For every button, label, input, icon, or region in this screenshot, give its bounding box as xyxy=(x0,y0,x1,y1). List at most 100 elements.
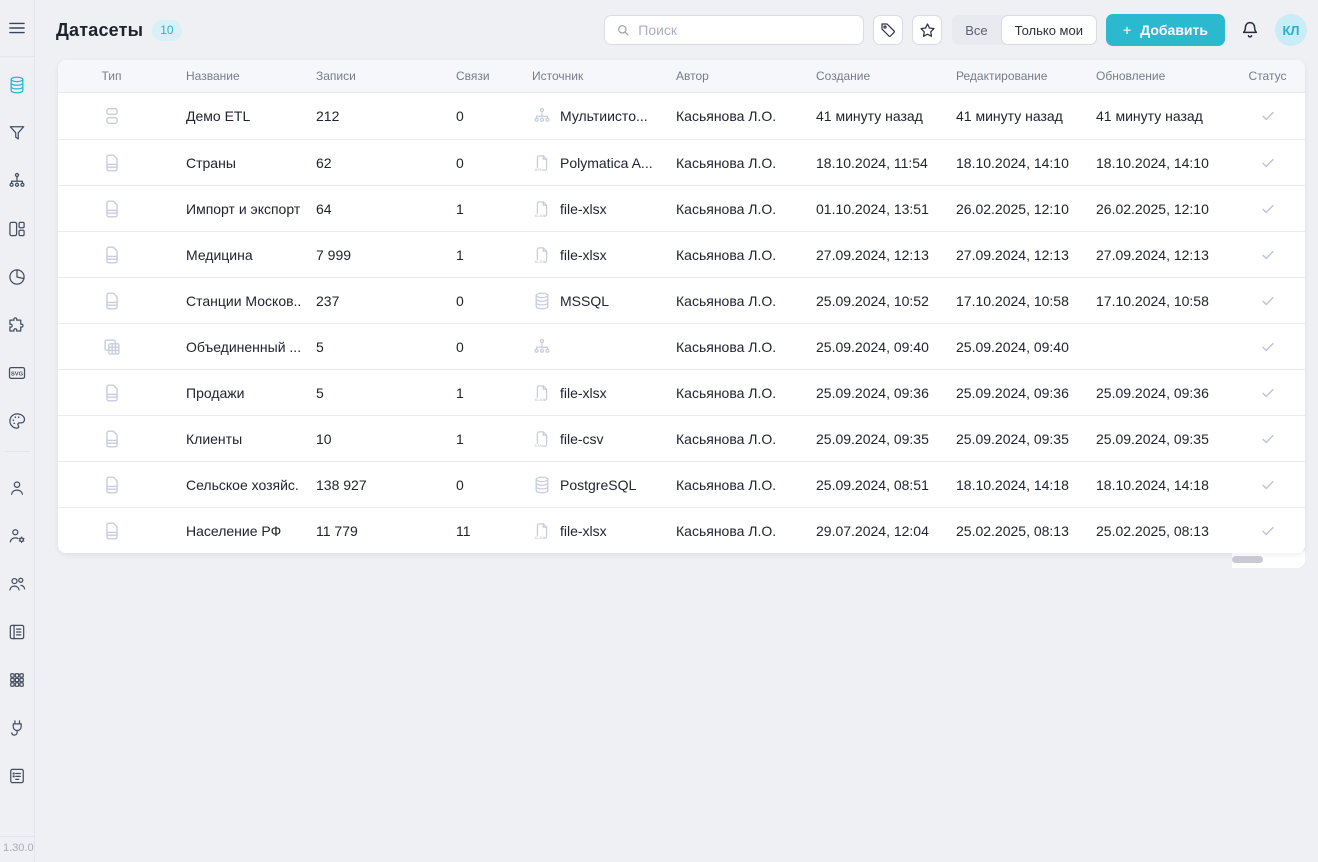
column-header-records[interactable]: Записи xyxy=(300,69,440,83)
sitemap-icon xyxy=(532,106,552,126)
palette-icon xyxy=(7,411,27,431)
author: Касьянова Л.О. xyxy=(660,293,800,309)
records-count: 5 xyxy=(300,385,440,401)
sidebar-item-filter[interactable] xyxy=(0,109,34,157)
links-count: 11 xyxy=(440,523,520,539)
plug-connections-icon xyxy=(7,718,27,738)
horizontal-scrollbar[interactable] xyxy=(1232,556,1263,563)
sidebar-item-modules-grid[interactable] xyxy=(0,656,34,704)
author: Касьянова Л.О. xyxy=(660,385,800,401)
sidebar-item-svg-assets[interactable]: SVG xyxy=(0,349,34,397)
dataset-name: Население РФ xyxy=(165,523,300,539)
hamburger-menu-button[interactable] xyxy=(0,0,34,57)
sidebar-item-datasets-db[interactable] xyxy=(0,61,34,109)
document-icon xyxy=(101,290,123,312)
source-label: file-csv xyxy=(560,431,604,447)
table-row[interactable]: Объединенный ... 5 0 Касьянова Л.О. 25.0… xyxy=(58,323,1305,369)
updated-at: 26.02.2025, 12:10 xyxy=(1080,201,1230,217)
xlsx-file-icon: XLSX xyxy=(532,383,552,403)
column-header-status[interactable]: Статус xyxy=(1230,69,1305,83)
edited-at: 25.02.2025, 08:13 xyxy=(940,523,1080,539)
document-icon xyxy=(101,428,123,450)
records-count: 11 779 xyxy=(300,523,440,539)
column-header-created[interactable]: Создание xyxy=(800,69,940,83)
created-at: 01.10.2024, 13:51 xyxy=(800,201,940,217)
created-at: 25.09.2024, 09:40 xyxy=(800,339,940,355)
toggle-all[interactable]: Все xyxy=(952,15,1000,45)
column-header-source[interactable]: Источник xyxy=(520,69,660,83)
sidebar-item-puzzle-plugin[interactable] xyxy=(0,301,34,349)
sidebar-item-users-group[interactable] xyxy=(0,560,34,608)
dataset-name: Импорт и экспорт xyxy=(165,201,300,217)
document-icon xyxy=(101,198,123,220)
source-label: file-xlsx xyxy=(560,385,607,401)
links-count: 0 xyxy=(440,108,520,124)
edited-at: 26.02.2025, 12:10 xyxy=(940,201,1080,217)
tags-filter-button[interactable] xyxy=(873,15,903,45)
svg-text:CSV: CSV xyxy=(535,444,544,448)
favorites-filter-button[interactable] xyxy=(912,15,942,45)
sidebar-divider xyxy=(5,451,30,452)
sidebar-item-etl-sitemap[interactable] xyxy=(0,157,34,205)
sidebar-item-dashboards-layout[interactable] xyxy=(0,205,34,253)
svg-text:API: API xyxy=(535,168,542,172)
column-header-type[interactable]: Тип xyxy=(58,69,165,83)
etl-sitemap-icon xyxy=(7,171,27,191)
source-label: Мультиисто... xyxy=(560,108,648,124)
links-count: 0 xyxy=(440,155,520,171)
table-row[interactable]: Продажи 5 1 XLSX file-xlsx Касьянова Л.О… xyxy=(58,369,1305,415)
records-count: 62 xyxy=(300,155,440,171)
check-icon xyxy=(1259,384,1277,402)
column-header-updated[interactable]: Обновление xyxy=(1080,69,1230,83)
table-row[interactable]: Население РФ 11 779 11 XLSX file-xlsx Ка… xyxy=(58,507,1305,553)
user-icon xyxy=(7,478,27,498)
sidebar-item-user[interactable] xyxy=(0,464,34,512)
source-label: file-xlsx xyxy=(560,247,607,263)
links-count: 0 xyxy=(440,477,520,493)
sidebar-item-plug-connections[interactable] xyxy=(0,704,34,752)
links-count: 1 xyxy=(440,247,520,263)
sidebar-item-pie-chart[interactable] xyxy=(0,253,34,301)
table-row[interactable]: Сельское хозяйс... 138 927 0 PostgreSQL … xyxy=(58,461,1305,507)
records-count: 64 xyxy=(300,201,440,217)
notifications-button[interactable] xyxy=(1239,19,1261,41)
table-row[interactable]: Медицина 7 999 1 XLSX file-xlsx Касьянов… xyxy=(58,231,1305,277)
author: Касьянова Л.О. xyxy=(660,201,800,217)
table-row[interactable]: Демо ETL 212 0 Мультиисто... Касьянова Л… xyxy=(58,93,1305,139)
created-at: 41 минуту назад xyxy=(800,108,940,124)
sidebar-top-items: SVG xyxy=(0,57,34,445)
updated-at: 25.09.2024, 09:36 xyxy=(1080,385,1230,401)
tag-icon xyxy=(879,21,897,39)
document-icon xyxy=(101,382,123,404)
updated-at: 17.10.2024, 10:58 xyxy=(1080,293,1230,309)
svg-text:XLSX: XLSX xyxy=(535,398,546,402)
sidebar-item-journal-book[interactable] xyxy=(0,608,34,656)
database-icon xyxy=(532,291,552,311)
column-header-name[interactable]: Название xyxy=(165,69,300,83)
table-header-row: ТипНазваниеЗаписиСвязиИсточникАвторСозда… xyxy=(58,60,1305,93)
created-at: 18.10.2024, 11:54 xyxy=(800,155,940,171)
sidebar-item-palette[interactable] xyxy=(0,397,34,445)
table-row[interactable]: Клиенты 10 1 CSV file-csv Касьянова Л.О.… xyxy=(58,415,1305,461)
column-header-author[interactable]: Автор xyxy=(660,69,800,83)
source-label: MSSQL xyxy=(560,293,609,309)
table-row[interactable]: Импорт и экспорт 64 1 XLSX file-xlsx Кас… xyxy=(58,185,1305,231)
search-box xyxy=(604,15,864,45)
check-icon xyxy=(1259,154,1277,172)
created-at: 27.09.2024, 12:13 xyxy=(800,247,940,263)
sidebar-item-user-settings[interactable] xyxy=(0,512,34,560)
user-avatar[interactable]: КЛ xyxy=(1275,14,1307,46)
toggle-only-mine[interactable]: Только мои xyxy=(1001,15,1097,45)
search-input[interactable] xyxy=(638,22,853,38)
column-header-edited[interactable]: Редактирование xyxy=(940,69,1080,83)
ownership-toggle: Все Только мои xyxy=(952,15,1097,45)
records-count: 237 xyxy=(300,293,440,309)
svg-text:XLSX: XLSX xyxy=(535,536,546,540)
author: Касьянова Л.О. xyxy=(660,247,800,263)
table-row[interactable]: Станции Москов... 237 0 MSSQL Касьянова … xyxy=(58,277,1305,323)
column-header-links[interactable]: Связи xyxy=(440,69,520,83)
table-row[interactable]: Страны 62 0 API Polymatica A... Касьянов… xyxy=(58,139,1305,185)
add-dataset-button[interactable]: + Добавить xyxy=(1106,14,1225,46)
sidebar-item-notes-log[interactable] xyxy=(0,752,34,800)
dataset-name: Объединенный ... xyxy=(165,339,300,355)
